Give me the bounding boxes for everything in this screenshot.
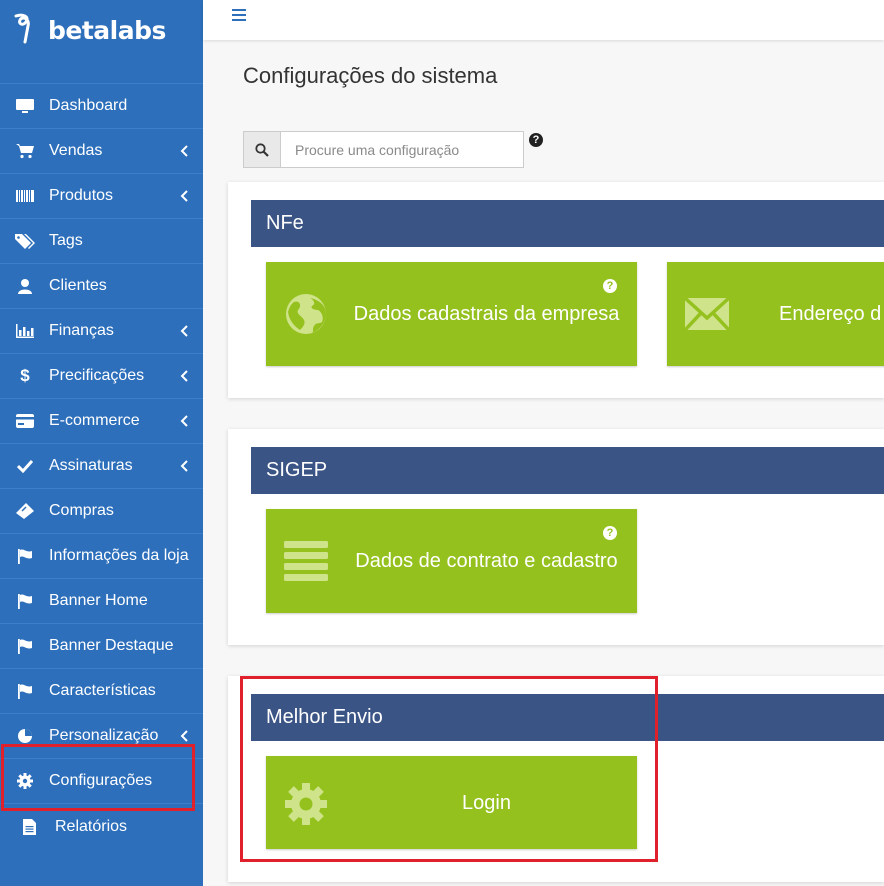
chevron-left-icon [180, 190, 188, 202]
sidebar-item-label: Banner Home [49, 592, 148, 609]
credit-card-icon [14, 412, 36, 430]
tile-label: Login [462, 791, 511, 814]
barcode-icon [14, 187, 36, 205]
envelope-icon [685, 296, 729, 332]
sidebar-item-label: Compras [49, 502, 114, 519]
sidebar-item-label: Assinaturas [49, 457, 133, 474]
sidebar-item-personalizacao[interactable]: Personalização [0, 714, 203, 759]
sidebar-item-caracteristicas[interactable]: Características [0, 669, 203, 714]
betalabs-logo-icon [14, 13, 30, 44]
search-help-icon[interactable]: ? [529, 133, 543, 147]
sidebar-item-banner-destaque[interactable]: Banner Destaque [0, 624, 203, 669]
section-header: NFe [251, 200, 884, 247]
ticket-icon [14, 502, 36, 520]
sidebar: betalabs Dashboard Vendas Produtos Tags … [0, 0, 203, 886]
sidebar-item-clientes[interactable]: Clientes [0, 264, 203, 309]
sidebar-item-label: Configurações [49, 772, 153, 789]
sidebar-item-produtos[interactable]: Produtos [0, 174, 203, 219]
sidebar-item-label: Personalização [49, 727, 159, 744]
flag-icon [14, 592, 36, 610]
tile-label: Dados de contrato e cadastro [355, 550, 618, 572]
monitor-icon [14, 97, 36, 115]
dollar-icon: $ [20, 366, 30, 385]
sidebar-item-informacoes-da-loja[interactable]: Informações da loja [0, 534, 203, 579]
flag-icon [14, 637, 36, 655]
tile-label: Endereço d [779, 303, 882, 325]
check-icon [14, 457, 36, 475]
sidebar-item-label: Dashboard [49, 97, 128, 114]
tile-endereco[interactable]: Endereço d [667, 262, 884, 366]
sidebar-item-label: Banner Destaque [49, 637, 174, 654]
sidebar-item-configuracoes[interactable]: Configurações [0, 759, 203, 804]
sidebar-item-label: E-commerce [49, 412, 140, 429]
sidebar-item-precificacoes[interactable]: $ Precificações [0, 354, 203, 399]
sidebar-item-banner-home[interactable]: Banner Home [0, 579, 203, 624]
gear-icon [14, 772, 36, 790]
sidebar-item-tags[interactable]: Tags [0, 219, 203, 264]
sidebar-item-label: Finanças [49, 322, 114, 339]
sidebar-item-label: Clientes [49, 277, 107, 294]
menu-toggle-icon[interactable] [232, 9, 246, 22]
chevron-left-icon [180, 145, 188, 157]
page-title: Configurações do sistema [243, 63, 498, 88]
section-header: Melhor Envio [251, 694, 884, 741]
help-icon[interactable]: ? [603, 526, 617, 540]
user-icon [14, 277, 36, 295]
search-bar [243, 131, 524, 168]
help-icon[interactable]: ? [603, 279, 617, 293]
chevron-left-icon [180, 730, 188, 742]
flag-icon [14, 682, 36, 700]
gear-icon [285, 783, 327, 825]
chevron-left-icon [180, 415, 188, 427]
sidebar-item-relatorios[interactable]: Relatórios [0, 804, 203, 849]
bar-chart-icon [14, 322, 36, 340]
tile-login[interactable]: Login [266, 756, 637, 849]
cart-icon [14, 142, 36, 160]
sidebar-item-label: Precificações [49, 367, 145, 384]
brand[interactable]: betalabs [0, 0, 203, 84]
sidebar-item-dashboard[interactable]: Dashboard [0, 84, 203, 129]
section-nfe: NFe Dados cadastrais da empresa ? Endere… [228, 182, 884, 398]
tags-icon [14, 232, 36, 250]
chevron-left-icon [180, 370, 188, 382]
globe-icon [286, 294, 326, 334]
brand-name: betalabs [48, 16, 166, 45]
sidebar-item-label: Relatórios [55, 817, 128, 835]
chevron-left-icon [180, 325, 188, 337]
tile-dados-contrato[interactable]: Dados de contrato e cadastro ? [266, 509, 637, 613]
sidebar-item-ecommerce[interactable]: E-commerce [0, 399, 203, 444]
section-header: SIGEP [251, 447, 884, 494]
search-icon [255, 142, 269, 157]
search-input[interactable] [280, 131, 524, 168]
sidebar-item-label: Tags [49, 232, 83, 249]
sidebar-item-vendas[interactable]: Vendas [0, 129, 203, 174]
sidebar-item-compras[interactable]: Compras [0, 489, 203, 534]
sidebar-item-assinaturas[interactable]: Assinaturas [0, 444, 203, 489]
top-bar [203, 0, 884, 40]
tile-label: Dados cadastrais da empresa [353, 303, 620, 325]
search-button[interactable] [243, 131, 280, 168]
sidebar-item-label: Vendas [49, 142, 103, 159]
sidebar-item-financas[interactable]: Finanças [0, 309, 203, 354]
sidebar-item-label: Produtos [49, 187, 114, 204]
sidebar-item-label: Características [49, 682, 156, 699]
tile-dados-cadastrais[interactable]: Dados cadastrais da empresa ? [266, 262, 637, 366]
section-melhor-envio: Melhor Envio Login [228, 676, 884, 882]
flag-icon [14, 547, 36, 565]
list-icon [284, 541, 328, 581]
document-icon [18, 818, 40, 836]
pie-icon [14, 727, 36, 745]
sidebar-item-label: Informações da loja [49, 547, 189, 564]
chevron-left-icon [180, 460, 188, 472]
section-sigep: SIGEP Dados de contrato e cadastro ? [228, 429, 884, 645]
